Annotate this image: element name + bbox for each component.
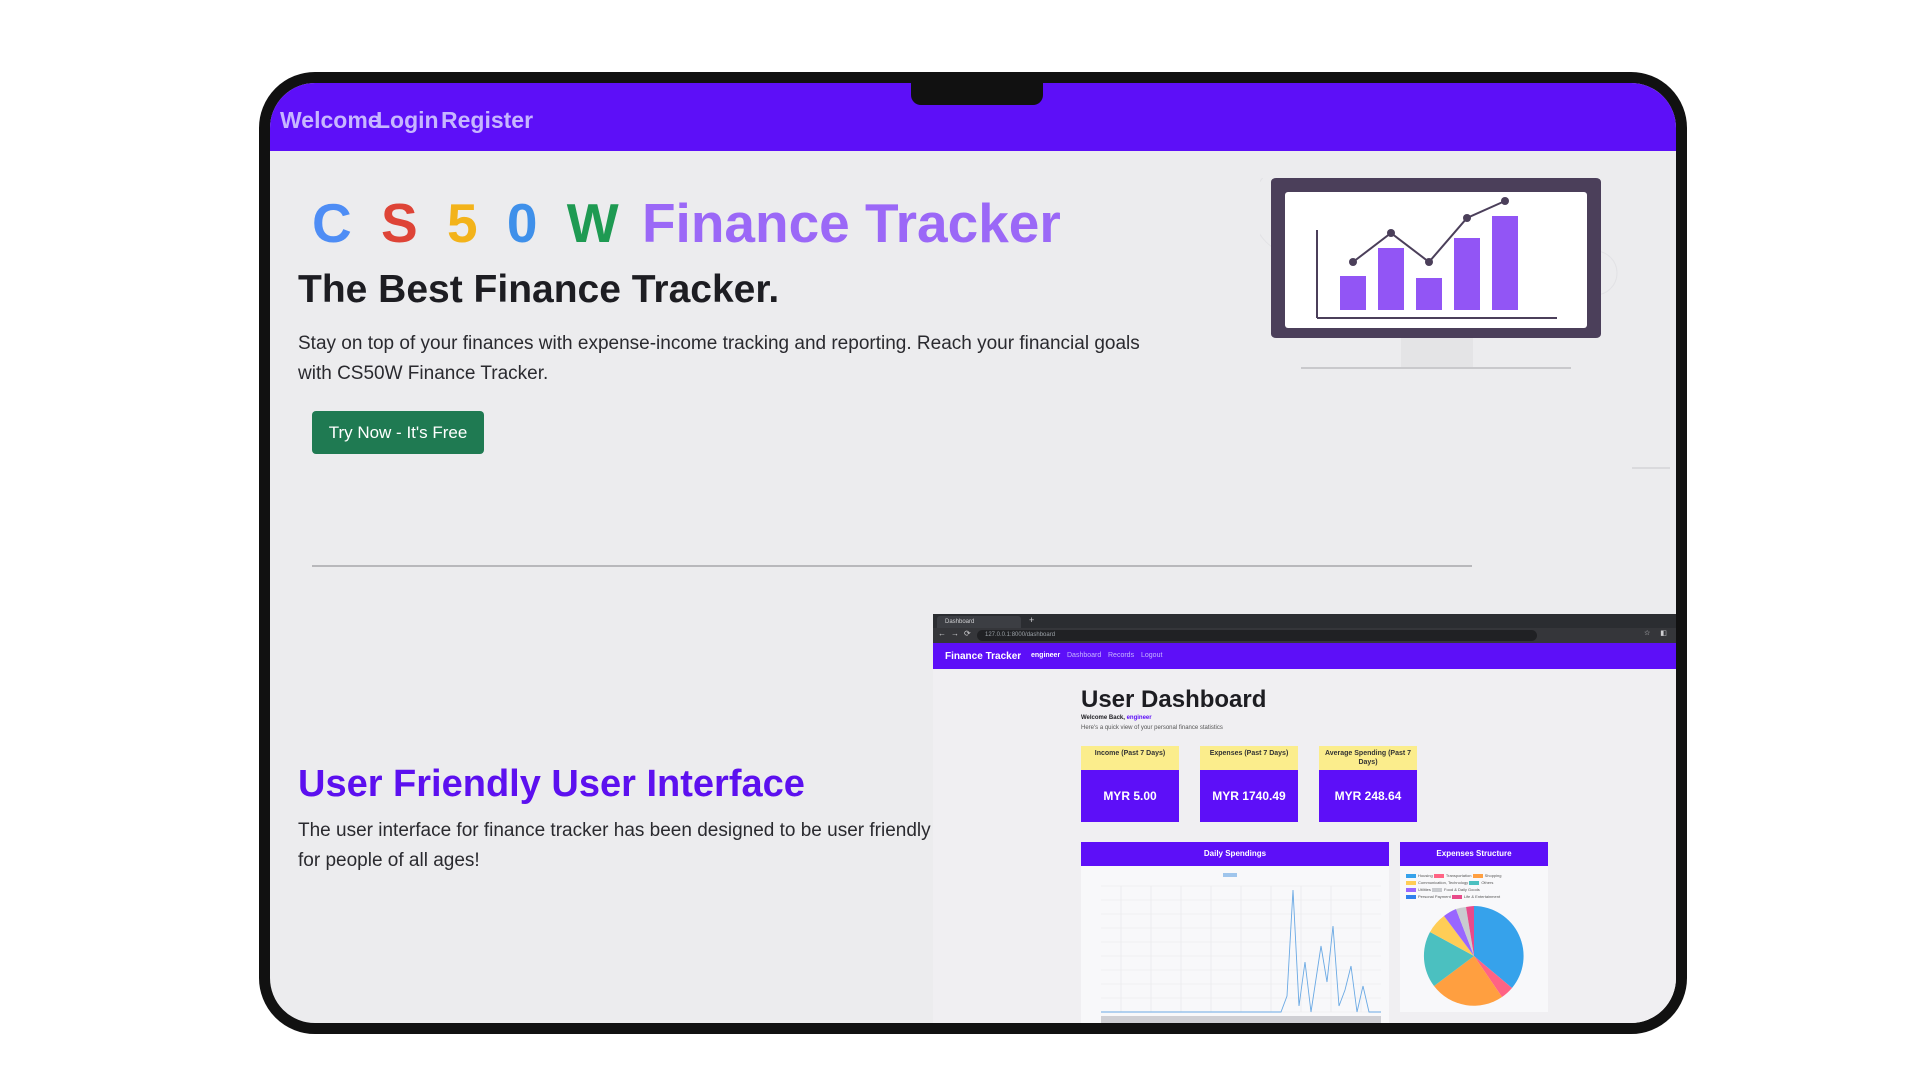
daily-spendings-panel: Daily Spendings [1081, 842, 1389, 1023]
section-divider [312, 565, 1472, 567]
stat-card-expenses: Expenses (Past 7 Days) MYR 1740.49 [1200, 746, 1298, 822]
browser-addressbar: ←→⟳ 127.0.0.1:8000/dashboard ☆ ◧ ● [933, 628, 1685, 643]
stat-value: MYR 1740.49 [1200, 770, 1298, 822]
stat-card-income: Income (Past 7 Days) MYR 5.00 [1081, 746, 1179, 822]
legend-item: Others [1481, 880, 1494, 885]
stat-value: MYR 248.64 [1319, 770, 1417, 822]
stat-label: Expenses (Past 7 Days) [1200, 746, 1298, 770]
legend-item: Shopping [1484, 873, 1502, 878]
welcome-prefix: Welcome Back, [1081, 715, 1125, 721]
hero-subtext: Stay on top of your finances with expens… [298, 333, 1140, 384]
daily-spendings-line-chart [1101, 873, 1381, 1023]
legend-item: Food & Daily Goods [1444, 887, 1480, 892]
stat-label: Income (Past 7 Days) [1081, 746, 1179, 770]
legend-item: Life & Entertainment [1463, 894, 1501, 899]
browser-url: 127.0.0.1:8000/dashboard [977, 630, 1537, 641]
expenses-structure-legend: Housing Transportation Shopping Communic… [1406, 872, 1546, 900]
expenses-structure-panel: Expenses Structure Housing Transportatio… [1400, 842, 1548, 1012]
dashboard-nav-records: Records [1108, 652, 1135, 659]
hero-headline: The Best Finance Tracker. [298, 268, 780, 311]
dashboard-nav-logout: Logout [1141, 652, 1163, 659]
title-letter: C [312, 192, 352, 254]
stat-value: MYR 5.00 [1081, 770, 1179, 822]
nav-register-link[interactable]: Register [441, 107, 533, 134]
new-tab-icon: + [1029, 615, 1035, 625]
browser-tabbar: Dashboard + [933, 614, 1676, 628]
expenses-structure-title: Expenses Structure [1400, 842, 1548, 866]
hero-title: C S 5 0 W Finance Tracker [312, 191, 1061, 255]
legend-item: Utilities [1418, 887, 1431, 892]
welcome-user: engineer [1126, 715, 1152, 721]
device-notch [911, 83, 1043, 105]
daily-spendings-title: Daily Spendings [1081, 842, 1389, 866]
feature-text: The user interface for finance tracker h… [298, 820, 931, 871]
browser-toolbar-icons: ☆ ◧ ● [1643, 630, 1685, 637]
title-letter: W [566, 192, 619, 254]
dashboard-nav-dashboard: Dashboard [1067, 652, 1102, 659]
dashboard-title: User Dashboard [1081, 686, 1267, 713]
browser-nav-icons: ←→⟳ [938, 629, 976, 638]
legend-item: Communication, Technology [1418, 880, 1469, 885]
dashboard-screenshot: Dashboard + ←→⟳ 127.0.0.1:8000/dashboard… [933, 614, 1685, 1023]
dashboard-welcome: Welcome Back, engineer [1081, 715, 1152, 721]
title-letter: 5 [446, 192, 478, 254]
feature-title: User Friendly User Interface [298, 763, 805, 805]
dashboard-nav-user: engineer [1031, 652, 1061, 659]
legend-item: Transportation [1445, 873, 1472, 878]
title-letter: 0 [506, 192, 538, 254]
title-letter: S [381, 192, 418, 254]
nav-login-link[interactable]: Login [376, 107, 439, 134]
dashboard-brand: Finance Tracker [945, 651, 1022, 662]
stat-card-average: Average Spending (Past 7 Days) MYR 248.6… [1319, 746, 1417, 822]
dashboard-navbar: Finance Tracker engineer Dashboard Recor… [933, 643, 1676, 669]
legend-item: Housing [1418, 873, 1433, 878]
browser-tab: Dashboard [937, 616, 1021, 628]
monitor-chart-illustration [1260, 178, 1670, 469]
device-frame: Welcome Login Register C S 5 0 W Finance… [259, 72, 1687, 1034]
title-rest: Finance Tracker [641, 192, 1061, 254]
nav-welcome-link[interactable]: Welcome [280, 107, 381, 134]
dashboard-welcome-sub: Here's a quick view of your personal fin… [1081, 725, 1223, 731]
expenses-structure-pie-chart [1423, 906, 1524, 1006]
stat-label: Average Spending (Past 7 Days) [1319, 746, 1417, 770]
legend-item: Personal Payment [1418, 894, 1451, 899]
try-now-button[interactable]: Try Now - It's Free [312, 411, 484, 454]
